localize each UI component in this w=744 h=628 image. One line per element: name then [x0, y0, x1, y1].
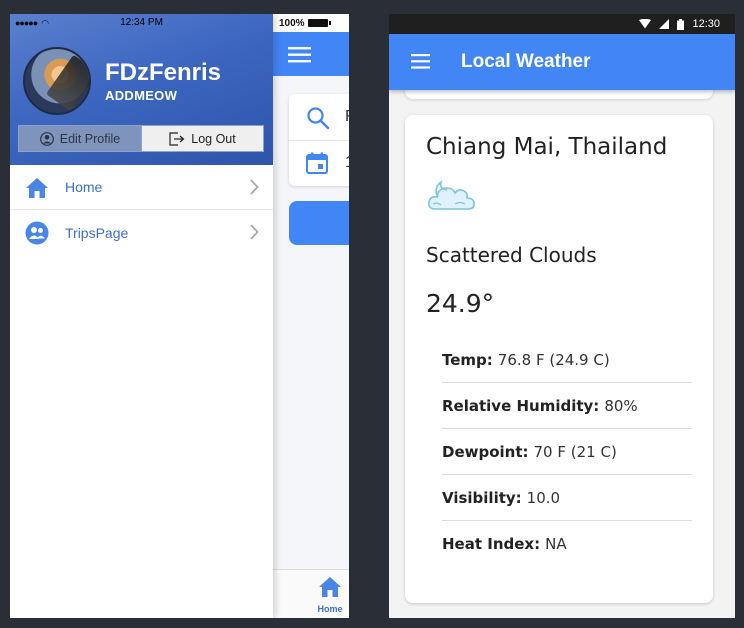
- logout-label: Log Out: [191, 131, 236, 146]
- drawer-header: ●●●●● ◠ 12:34 PM FDzFenris ADDMEOW Edit …: [10, 14, 273, 165]
- location-name: Chiang Mai, Thailand: [426, 134, 668, 160]
- battery-icon: [677, 18, 685, 30]
- date-input[interactable]: 1: [345, 154, 349, 172]
- app-header: 100%: [273, 14, 349, 76]
- ios-phone-screen: 100% F 1: [10, 14, 349, 618]
- home-icon: [319, 577, 341, 597]
- main-content-behind-drawer: 100% F 1: [273, 14, 349, 618]
- detail-key: Heat Index:: [442, 535, 541, 553]
- menu-icon[interactable]: [288, 47, 312, 63]
- submit-button[interactable]: [289, 201, 349, 245]
- android-status-bar: 12:30: [389, 14, 735, 34]
- wifi-icon: [639, 19, 652, 29]
- search-input[interactable]: F: [345, 108, 349, 126]
- detail-key: Relative Humidity:: [442, 396, 600, 415]
- weather-card: Chiang Mai, Thailand Scattered Clouds 24…: [405, 115, 713, 603]
- detail-row-visibility: Visibility: 10.0: [442, 475, 692, 521]
- detail-row-humidity: Relative Humidity: 80%: [442, 383, 692, 429]
- logout-button[interactable]: Log Out: [141, 125, 264, 152]
- app-bar: Local Weather: [389, 34, 735, 90]
- ios-status-bar-right: 100%: [273, 14, 349, 32]
- battery-percent: 100%: [279, 17, 305, 29]
- search-icon: [307, 107, 330, 130]
- drawer-item-label: Home: [65, 179, 103, 195]
- detail-value: NA: [545, 535, 567, 553]
- edit-profile-label: Edit Profile: [59, 131, 121, 146]
- status-time: 12:30: [692, 18, 720, 30]
- side-drawer: ●●●●● ◠ 12:34 PM FDzFenris ADDMEOW Edit …: [10, 14, 273, 618]
- detail-key: Dewpoint:: [442, 442, 529, 461]
- menu-icon[interactable]: [411, 54, 431, 69]
- drawer-item-tripspage[interactable]: TripsPage: [10, 210, 273, 255]
- search-card: F 1: [289, 94, 349, 186]
- logout-icon: [169, 131, 185, 146]
- drawer-item-label: TripsPage: [65, 224, 129, 241]
- app-title: Local Weather: [461, 51, 591, 72]
- detail-value: 76.8 F (24.9 C): [497, 350, 610, 369]
- detail-row-temp: Temp: 76.8 F (24.9 C): [442, 337, 692, 383]
- chevron-right-icon: [250, 224, 259, 240]
- battery-icon: [307, 19, 331, 27]
- android-phone-screen: 12:30 Local Weather Chiang Mai, Thailand…: [389, 14, 735, 618]
- home-icon: [26, 178, 48, 198]
- detail-key: Visibility:: [442, 488, 522, 507]
- tab-bar: Home: [273, 569, 349, 618]
- tab-home[interactable]: Home: [313, 576, 347, 614]
- partly-cloudy-icon: [428, 179, 475, 210]
- tab-home-label: Home: [317, 604, 343, 614]
- avatar[interactable]: [23, 47, 91, 115]
- divider: [289, 140, 349, 141]
- detail-row-dewpoint: Dewpoint: 70 F (21 C): [442, 429, 692, 475]
- user-handle: ADDMEOW: [105, 88, 178, 103]
- detail-value: 10.0: [526, 488, 561, 507]
- user-icon: [39, 131, 54, 146]
- detail-value: 80%: [604, 396, 638, 415]
- status-time: 12:34 PM: [120, 17, 163, 28]
- chevron-right-icon: [250, 179, 259, 195]
- weather-condition: Scattered Clouds: [426, 243, 597, 267]
- username: FDzFenris: [105, 59, 222, 86]
- detail-key: Temp:: [442, 350, 493, 369]
- temperature-value: 24.9°: [426, 289, 495, 318]
- people-icon: [25, 221, 49, 245]
- detail-row-heat-index: Heat Index: NA: [442, 521, 692, 567]
- signal-icon: [659, 19, 670, 29]
- detail-value: 70 F (21 C): [533, 442, 617, 461]
- drawer-item-home[interactable]: Home: [10, 165, 273, 210]
- edit-profile-button[interactable]: Edit Profile: [18, 125, 142, 152]
- calendar-icon: [306, 152, 328, 174]
